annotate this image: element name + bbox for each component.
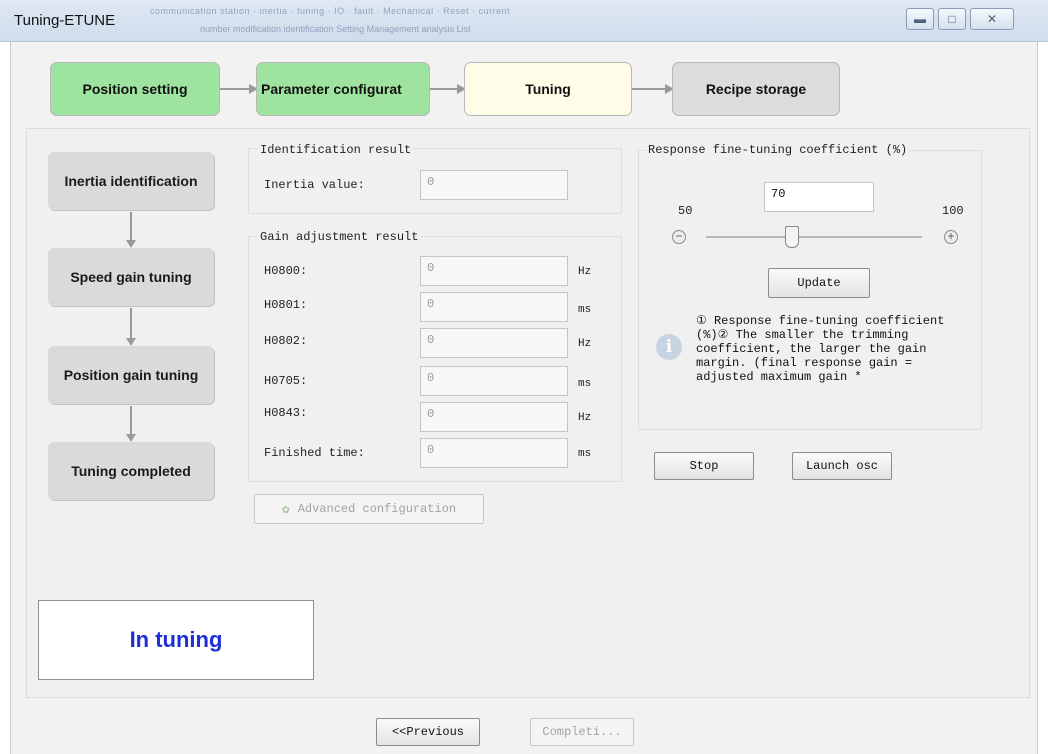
h0801-field[interactable]: 0 (420, 292, 568, 322)
plus-icon[interactable]: + (944, 230, 958, 244)
stop-button[interactable]: Stop (654, 452, 754, 480)
flow-tuning-completed: Tuning completed (48, 442, 214, 500)
gain-adjustment-result-title: Gain adjustment result (258, 230, 421, 244)
inertia-value-field[interactable]: 0 (420, 170, 568, 200)
step-arrow (632, 84, 674, 94)
background-window-text-2: number modification identification Setti… (200, 24, 471, 34)
step-recipe-storage[interactable]: Recipe storage (672, 62, 840, 116)
step-arrow (430, 84, 466, 94)
response-coefficient-slider[interactable] (706, 236, 922, 238)
launch-osc-label: Launch osc (805, 459, 878, 473)
identification-result-title: Identification result (258, 143, 414, 157)
finished-time-unit: ms (578, 448, 592, 460)
step-parameter-configuration[interactable]: Parameter configurat (256, 62, 430, 116)
h0802-label: H0802: (264, 334, 308, 348)
background-window-text: communication station · inertia · tuning… (150, 6, 511, 16)
flow-position-gain-tuning: Position gain tuning (48, 346, 214, 404)
step-position-setting[interactable]: Position setting (50, 62, 220, 116)
window-title: Tuning-ETUNE (14, 12, 116, 29)
step-label: Parameter configurat (261, 81, 402, 97)
h0802-unit: Hz (578, 338, 592, 350)
flow-label: Position gain tuning (63, 367, 199, 383)
minimize-button[interactable]: ▬ (906, 8, 934, 30)
status-text: In tuning (129, 627, 223, 652)
title-bar: communication station · inertia · tuning… (0, 0, 1048, 42)
h0705-unit: ms (578, 378, 592, 390)
slider-max-label: 100 (942, 204, 964, 218)
advanced-configuration-button[interactable]: ✿ Advanced configuration (254, 494, 484, 524)
finished-time-label: Finished time: (264, 446, 365, 460)
complete-label: Completi... (542, 725, 622, 739)
tuning-status-box: In tuning (38, 600, 314, 680)
flow-label: Inertia identification (64, 173, 198, 189)
response-info-text: ① Response fine-tuning coefficient (%)② … (696, 314, 945, 384)
flow-label: Tuning completed (71, 463, 191, 479)
finished-time-field[interactable]: 0 (420, 438, 568, 468)
minus-icon[interactable]: − (672, 230, 686, 244)
complete-button[interactable]: Completi... (530, 718, 634, 746)
response-coefficient-title: Response fine-tuning coefficient (%) (646, 143, 910, 157)
flow-arrow (126, 308, 136, 346)
h0705-field[interactable]: 0 (420, 366, 568, 396)
settings-leaf-icon: ✿ (281, 501, 290, 517)
step-label: Recipe storage (705, 81, 807, 97)
maximize-icon: □ (948, 12, 956, 26)
step-label: Tuning (525, 81, 571, 97)
slider-thumb[interactable] (785, 226, 800, 248)
flow-speed-gain-tuning: Speed gain tuning (48, 248, 214, 306)
previous-button[interactable]: <<Previous (376, 718, 480, 746)
slider-min-label: 50 (678, 204, 693, 218)
step-tuning[interactable]: Tuning (464, 62, 632, 116)
close-icon: ✕ (986, 12, 998, 26)
stop-label: Stop (689, 459, 719, 473)
h0800-label: H0800: (264, 264, 308, 278)
flow-label: Speed gain tuning (70, 269, 192, 285)
launch-osc-button[interactable]: Launch osc (792, 452, 892, 480)
maximize-button[interactable]: □ (938, 8, 966, 30)
update-button[interactable]: Update (768, 268, 870, 298)
advanced-configuration-label: Advanced configuration (297, 502, 457, 516)
minimize-icon: ▬ (914, 12, 926, 26)
h0800-unit: Hz (578, 266, 592, 278)
h0705-label: H0705: (264, 374, 308, 388)
h0800-field[interactable]: 0 (420, 256, 568, 286)
h0801-label: H0801: (264, 298, 308, 312)
h0801-unit: ms (578, 304, 592, 316)
h0843-label: H0843: (264, 406, 308, 420)
inertia-value-label: Inertia value: (264, 178, 365, 192)
h0843-field[interactable]: 0 (420, 402, 568, 432)
step-arrow (220, 84, 258, 94)
info-icon: i (656, 334, 682, 360)
update-label: Update (797, 276, 841, 290)
close-button[interactable]: ✕ (970, 8, 1014, 30)
h0802-field[interactable]: 0 (420, 328, 568, 358)
previous-label: <<Previous (391, 725, 464, 739)
h0843-unit: Hz (578, 412, 592, 424)
flow-inertia-identification: Inertia identification (48, 152, 214, 210)
flow-arrow (126, 406, 136, 442)
flow-arrow (126, 212, 136, 248)
step-label: Position setting (82, 81, 188, 97)
response-coefficient-input[interactable]: 70 (764, 182, 874, 212)
